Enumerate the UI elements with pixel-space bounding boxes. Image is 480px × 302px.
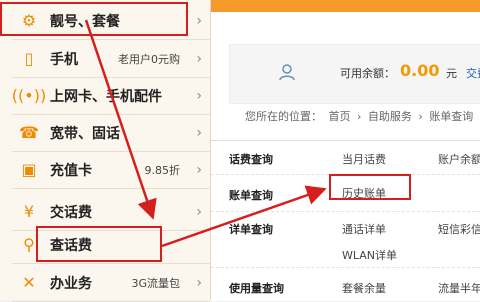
arrow-to-history-bill [162, 190, 322, 246]
arrow-to-check-bill [86, 20, 152, 215]
annotation-arrows [0, 0, 480, 300]
